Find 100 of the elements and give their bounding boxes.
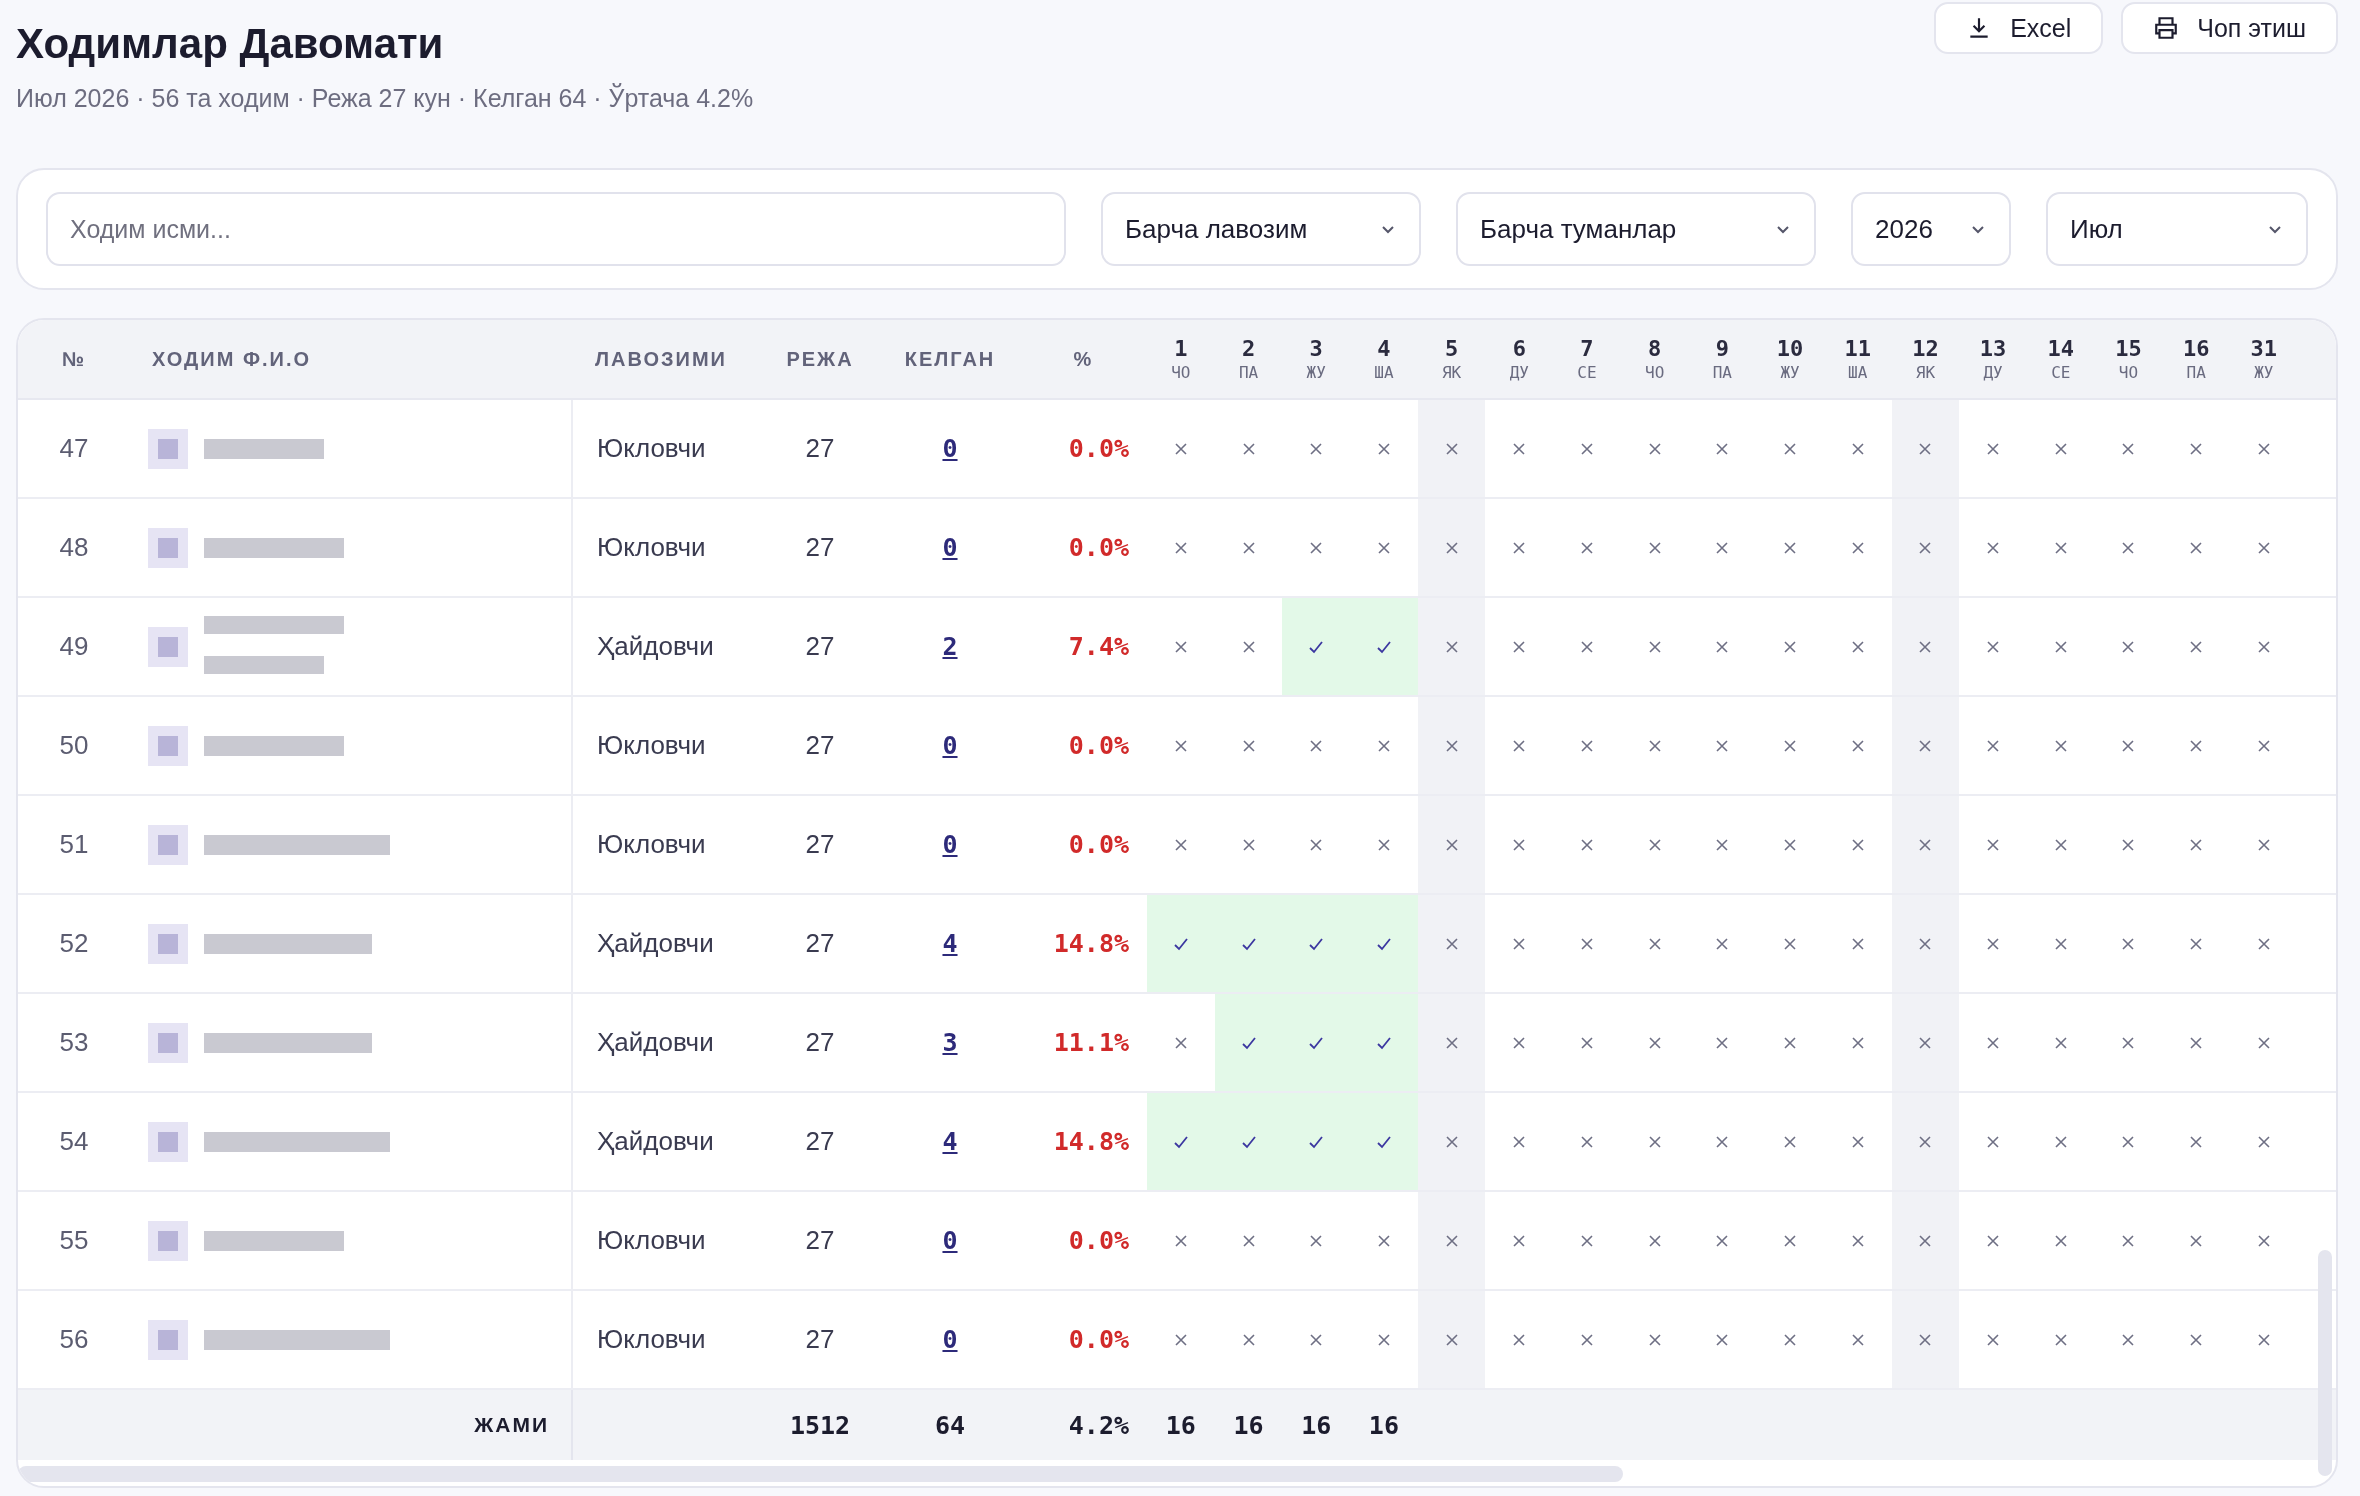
weekday-label: СЕ (1577, 363, 1597, 382)
day-number: 16 (2182, 336, 2210, 361)
percent-cell-text: 14.8% (1052, 1126, 1130, 1158)
attended-link[interactable]: 4 (942, 929, 958, 958)
attended-link[interactable]: 0 (942, 1226, 958, 1255)
column-header: РЕЖА (785, 347, 855, 371)
percent-cell-text: 7.4% (1067, 631, 1130, 663)
page-title: Ходимлар Давомати (16, 20, 445, 68)
totals-label: ЖАМИ (18, 1390, 573, 1460)
scrollbar[interactable] (18, 1466, 1623, 1482)
attended-link[interactable]: 0 (942, 830, 958, 859)
percent-cell-text: 0.0% (1067, 1324, 1130, 1356)
day-number: 15 (2115, 336, 2142, 361)
row-number: 54 (58, 1125, 90, 1158)
total-attended: 64 (933, 1410, 967, 1440)
day-total: 16 (1367, 1410, 1400, 1440)
weekday-label: СЕ (2051, 363, 2071, 382)
scrollbar[interactable] (2318, 1250, 2332, 1476)
weekday-label: ПА (1238, 363, 1259, 382)
row-number: 53 (58, 1026, 90, 1059)
attended-link[interactable]: 0 (942, 731, 958, 760)
printer-icon (2153, 15, 2180, 41)
weekday-label: ДУ (1983, 363, 2003, 382)
row-number: 50 (58, 729, 90, 762)
position-cell-text: Ҳайдовчи (596, 1026, 715, 1059)
weekday-label: ЖУ (1780, 363, 1800, 382)
day-number: 2 (1241, 336, 1256, 361)
weekday-label: ЧО (1171, 363, 1191, 382)
total-percent: 4.2% (1067, 1410, 1130, 1440)
plan-cell-text: 27 (804, 729, 836, 762)
total-plan: 1512 (788, 1410, 852, 1440)
day-number: 8 (1648, 336, 1662, 361)
column-header: % (1072, 347, 1095, 371)
attended-link[interactable]: 4 (942, 1127, 958, 1156)
page-subtitle: Июл 2026 · 56 та ходим · Режа 27 кун · Келган 64 · Ўртача 4.2% (16, 84, 754, 113)
weekday-label: ЖУ (2254, 363, 2274, 382)
day-number: 10 (1776, 336, 1804, 361)
attended-link[interactable]: 0 (942, 533, 958, 562)
attended-link[interactable]: 0 (942, 434, 958, 463)
day-total: 16 (1232, 1410, 1265, 1440)
row-number: 52 (58, 927, 90, 960)
day-number: 9 (1715, 336, 1729, 361)
filter-dropdown[interactable]: 2026 (1851, 192, 2011, 266)
weekday-label: ЯК (1915, 363, 1936, 382)
filter-dropdown[interactable]: Июл (2046, 192, 2308, 266)
column-header: ХОДИМ Ф.И.О (151, 347, 313, 371)
filter-dropdown[interactable]: Барча лавозим (1101, 192, 1421, 266)
row-number: 48 (58, 531, 90, 564)
column-header: КЕЛГАН (903, 347, 997, 371)
row-number: 56 (58, 1323, 90, 1356)
position-cell-text: Ҳайдовчи (596, 1125, 715, 1158)
weekday-label: ЖУ (1306, 363, 1326, 382)
row-number: 55 (58, 1224, 90, 1257)
attended-link[interactable]: 3 (942, 1028, 958, 1057)
plan-cell-text: 27 (804, 432, 836, 465)
row-number: 47 (58, 432, 90, 465)
plan-cell-text: 27 (804, 630, 836, 663)
day-number: 7 (1580, 336, 1594, 361)
day-number: 1 (1174, 336, 1188, 361)
plan-cell-text: 27 (804, 1323, 836, 1356)
position-cell-text: Юкловчи (596, 828, 707, 861)
position-cell-text: Ҳайдовчи (596, 927, 715, 960)
percent-cell-text: 0.0% (1067, 730, 1130, 762)
day-number: 3 (1309, 336, 1323, 361)
percent-cell-text: 14.8% (1052, 928, 1130, 960)
day-number: 11 (1844, 336, 1871, 361)
position-cell-text: Юкловчи (596, 531, 707, 564)
position-cell-text: Юкловчи (596, 432, 707, 465)
day-number: 4 (1377, 336, 1391, 361)
weekday-label: ПА (1712, 363, 1732, 382)
position-cell-text: Юкловчи (596, 1323, 707, 1356)
row-number: 49 (58, 630, 90, 663)
weekday-label: ЧО (2118, 363, 2139, 382)
attended-link[interactable]: 0 (942, 1325, 958, 1354)
percent-cell-text: 0.0% (1067, 532, 1130, 564)
plan-cell-text: 27 (804, 927, 836, 960)
weekday-label: ДУ (1509, 363, 1529, 382)
weekday-label: ША (1374, 363, 1394, 382)
weekday-label: ЧО (1645, 363, 1665, 382)
weekday-label: ЯК (1441, 363, 1462, 382)
day-number: 12 (1912, 336, 1939, 361)
day-number: 5 (1444, 336, 1459, 361)
day-total: 16 (1300, 1410, 1333, 1440)
position-cell-text: Юкловчи (596, 1224, 707, 1257)
day-number: 31 (2250, 336, 2278, 361)
column-header: № (60, 347, 88, 371)
position-cell-text: Ҳайдовчи (596, 630, 715, 663)
download-button[interactable]: Excel (1934, 2, 2104, 54)
plan-cell-text: 27 (804, 531, 836, 564)
column-header: ЛАВОЗИМИ (594, 347, 728, 371)
percent-cell-text: 0.0% (1067, 433, 1130, 465)
weekday-label: ПА (2186, 363, 2206, 382)
plan-cell-text: 27 (804, 1125, 836, 1158)
print-button[interactable]: Чоп этиш (2121, 2, 2338, 54)
day-number: 13 (1979, 336, 2007, 361)
filter-dropdown[interactable]: Барча туманлар (1456, 192, 1816, 266)
day-number: 6 (1512, 336, 1526, 361)
plan-cell-text: 27 (804, 1224, 836, 1257)
search-field[interactable]: Ходим исми... (46, 192, 1066, 266)
attended-link[interactable]: 2 (942, 632, 958, 661)
